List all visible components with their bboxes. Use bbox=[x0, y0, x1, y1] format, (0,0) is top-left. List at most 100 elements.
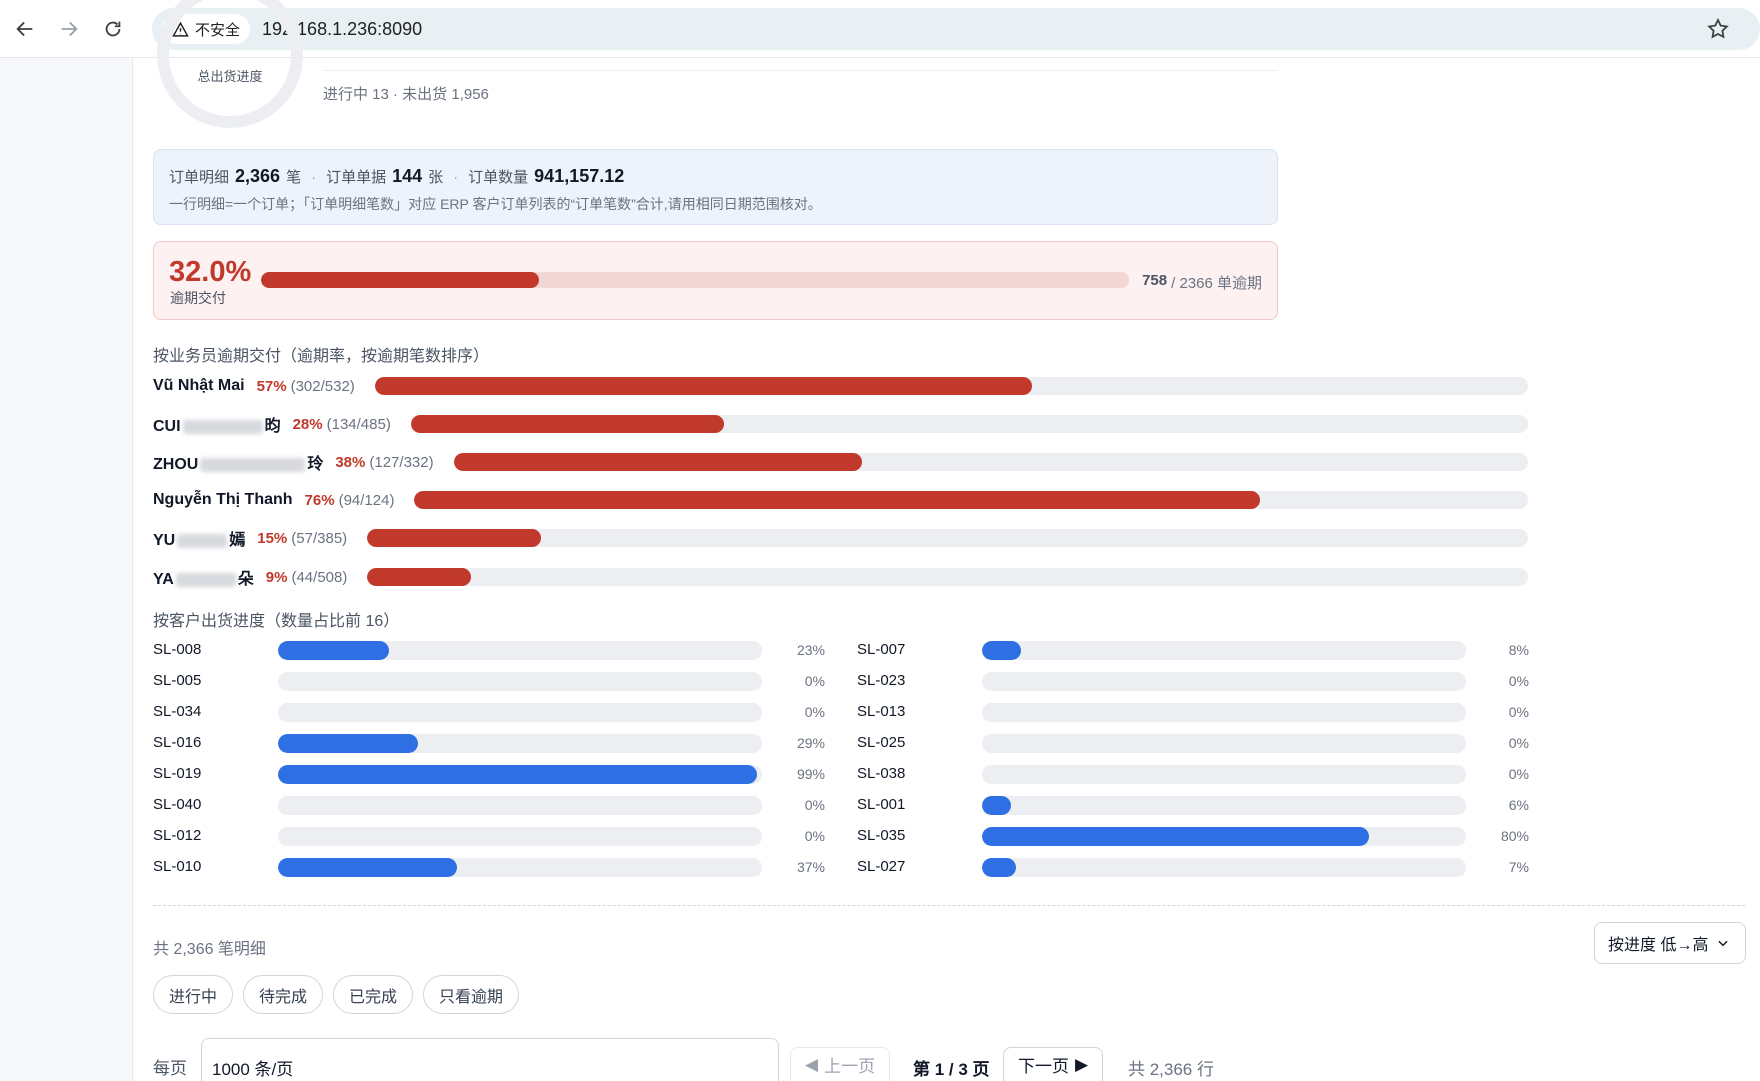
arrow-left-icon bbox=[16, 21, 33, 36]
rep-overdue-rate: 15% bbox=[257, 529, 288, 547]
forward-button[interactable] bbox=[50, 10, 88, 48]
customer-bar-fill bbox=[982, 641, 1021, 660]
docs-label: 订单单据 bbox=[326, 169, 387, 186]
address-bar[interactable]: 不安全 192.168.1.236:8090 bbox=[152, 8, 1760, 50]
next-page-button[interactable]: 下一页 ▶ bbox=[1003, 1047, 1104, 1081]
rep-bar-fill bbox=[453, 453, 862, 471]
customer-code: SL-001 bbox=[857, 796, 906, 813]
filter-overdue-only[interactable]: 只看逾期 bbox=[423, 975, 520, 1014]
rep-bar-track bbox=[453, 453, 1528, 471]
rep-head: Vũ Nhật Mai 57% (302/532) bbox=[153, 375, 355, 397]
rep-name-part: YA bbox=[153, 571, 174, 588]
rep-row: Nguyễn Thị Thanh 76% (94/124) bbox=[153, 489, 1528, 511]
customer-percent: 8% bbox=[1508, 642, 1529, 658]
donut-center-label: 总出货进度 bbox=[197, 69, 263, 84]
customer-percent: 7% bbox=[1508, 859, 1529, 875]
customer-row: SL-034 0% bbox=[153, 702, 825, 722]
customer-row: SL-023 0% bbox=[857, 671, 1529, 691]
rep-head: YU 嫣 15% (57/385) bbox=[153, 527, 348, 550]
customer-row: SL-007 8% bbox=[857, 640, 1529, 660]
order-summary-box: 订单明细 2,366 笔 · 订单单据 144 张 · 订单数量 941,157… bbox=[153, 149, 1278, 225]
detail-label: 订单明细 bbox=[169, 169, 230, 186]
customer-percent: 0% bbox=[1508, 766, 1529, 782]
filter-in-progress[interactable]: 进行中 bbox=[153, 975, 234, 1014]
overdue-summary-box: 32.0% 逾期交付 758 / 2366 单逾期 bbox=[153, 241, 1278, 320]
customer-code: SL-013 bbox=[857, 703, 906, 720]
rep-name-part: 玲 bbox=[307, 456, 324, 473]
sort-select-value: 按进度 低→高 bbox=[1608, 937, 1709, 954]
filter-completed[interactable]: 已完成 bbox=[333, 975, 414, 1014]
status-filters: 进行中 待完成 已完成 只看逾期 bbox=[153, 975, 520, 1014]
rep-name: CUI 昀 bbox=[153, 412, 281, 436]
customer-row: SL-040 0% bbox=[153, 795, 825, 815]
customer-percent: 37% bbox=[796, 859, 825, 875]
rep-bar-track bbox=[367, 529, 1528, 547]
rep-bar-fill bbox=[414, 491, 1261, 509]
customer-code: SL-008 bbox=[153, 641, 202, 658]
rep-bar-fill bbox=[367, 529, 542, 547]
overdue-bar-track bbox=[261, 272, 1129, 288]
bookmark-star-icon[interactable] bbox=[1706, 17, 1730, 41]
next-page-label: 下一页 bbox=[1018, 1057, 1069, 1076]
customer-bar-track bbox=[278, 796, 762, 815]
redacted-blur bbox=[182, 419, 263, 434]
customer-bar-track bbox=[982, 641, 1466, 660]
customer-percent: 0% bbox=[804, 673, 825, 689]
sort-select[interactable]: 按进度 低→高 bbox=[1594, 922, 1746, 964]
rep-overdue-rate: 9% bbox=[265, 568, 288, 586]
overdue-percent: 32.0% bbox=[169, 256, 252, 288]
rep-head: YA 朵 9% (44/508) bbox=[153, 566, 347, 589]
customer-percent: 0% bbox=[804, 828, 825, 844]
customer-bar-fill bbox=[278, 765, 757, 784]
prev-page-button[interactable]: ◀ 上一页 bbox=[790, 1047, 891, 1081]
customer-code: SL-023 bbox=[857, 672, 906, 689]
customer-bar-track bbox=[278, 734, 762, 753]
rep-name-part: 嫣 bbox=[229, 532, 246, 549]
triangle-left-icon: ◀ bbox=[805, 1054, 819, 1074]
customer-code: SL-012 bbox=[153, 827, 202, 844]
rep-bar-track bbox=[374, 377, 1528, 395]
customer-percent: 6% bbox=[1508, 797, 1529, 813]
customer-bar-track bbox=[278, 765, 762, 784]
customer-percent: 0% bbox=[1508, 735, 1529, 751]
customer-code: SL-034 bbox=[153, 703, 202, 720]
redacted-blur bbox=[200, 457, 306, 472]
list-total: 共 2,366 笔明细 bbox=[153, 941, 266, 958]
triangle-right-icon: ▶ bbox=[1075, 1054, 1089, 1074]
customer-bar-track bbox=[278, 672, 762, 691]
customer-row: SL-010 37% bbox=[153, 857, 825, 877]
customer-code: SL-016 bbox=[153, 734, 202, 751]
rep-row: CUI 昀 28% (134/485) bbox=[153, 413, 1528, 435]
customer-code: SL-038 bbox=[857, 765, 906, 782]
customer-code: SL-025 bbox=[857, 734, 906, 751]
rep-bar-fill bbox=[367, 568, 472, 586]
customer-code: SL-007 bbox=[857, 641, 906, 658]
separator: · bbox=[311, 169, 317, 186]
rep-bar-track bbox=[367, 568, 1528, 586]
customer-row: SL-016 29% bbox=[153, 733, 825, 753]
docs-value: 144 bbox=[392, 166, 423, 186]
customer-percent: 99% bbox=[796, 766, 825, 782]
customer-percent: 0% bbox=[804, 704, 825, 720]
customer-percent: 23% bbox=[796, 642, 825, 658]
overdue-bar-fill bbox=[261, 272, 539, 288]
donut-ring bbox=[157, 0, 303, 128]
rep-overdue-rate: 57% bbox=[256, 377, 287, 395]
customer-bar-fill bbox=[982, 796, 1011, 815]
filter-pending[interactable]: 待完成 bbox=[243, 975, 324, 1014]
customer-code: SL-040 bbox=[153, 796, 202, 813]
rep-head: Nguyễn Thị Thanh 76% (94/124) bbox=[153, 489, 394, 511]
customer-percent: 0% bbox=[804, 797, 825, 813]
customer-row: SL-001 6% bbox=[857, 795, 1529, 815]
per-page-select[interactable]: 1000 条/页 bbox=[201, 1038, 779, 1081]
left-sidebar bbox=[0, 58, 133, 1081]
rep-overdue-counts: (57/385) bbox=[291, 529, 348, 547]
redacted-blur bbox=[177, 533, 228, 548]
reload-button[interactable] bbox=[94, 10, 132, 48]
redacted-blur bbox=[175, 572, 236, 587]
overdue-count-value: 758 bbox=[1142, 272, 1168, 289]
back-button[interactable] bbox=[6, 10, 44, 48]
customer-bar-track bbox=[982, 765, 1466, 784]
overdue-label: 逾期交付 bbox=[170, 290, 226, 306]
rep-name: Vũ Nhật Mai bbox=[153, 377, 245, 395]
